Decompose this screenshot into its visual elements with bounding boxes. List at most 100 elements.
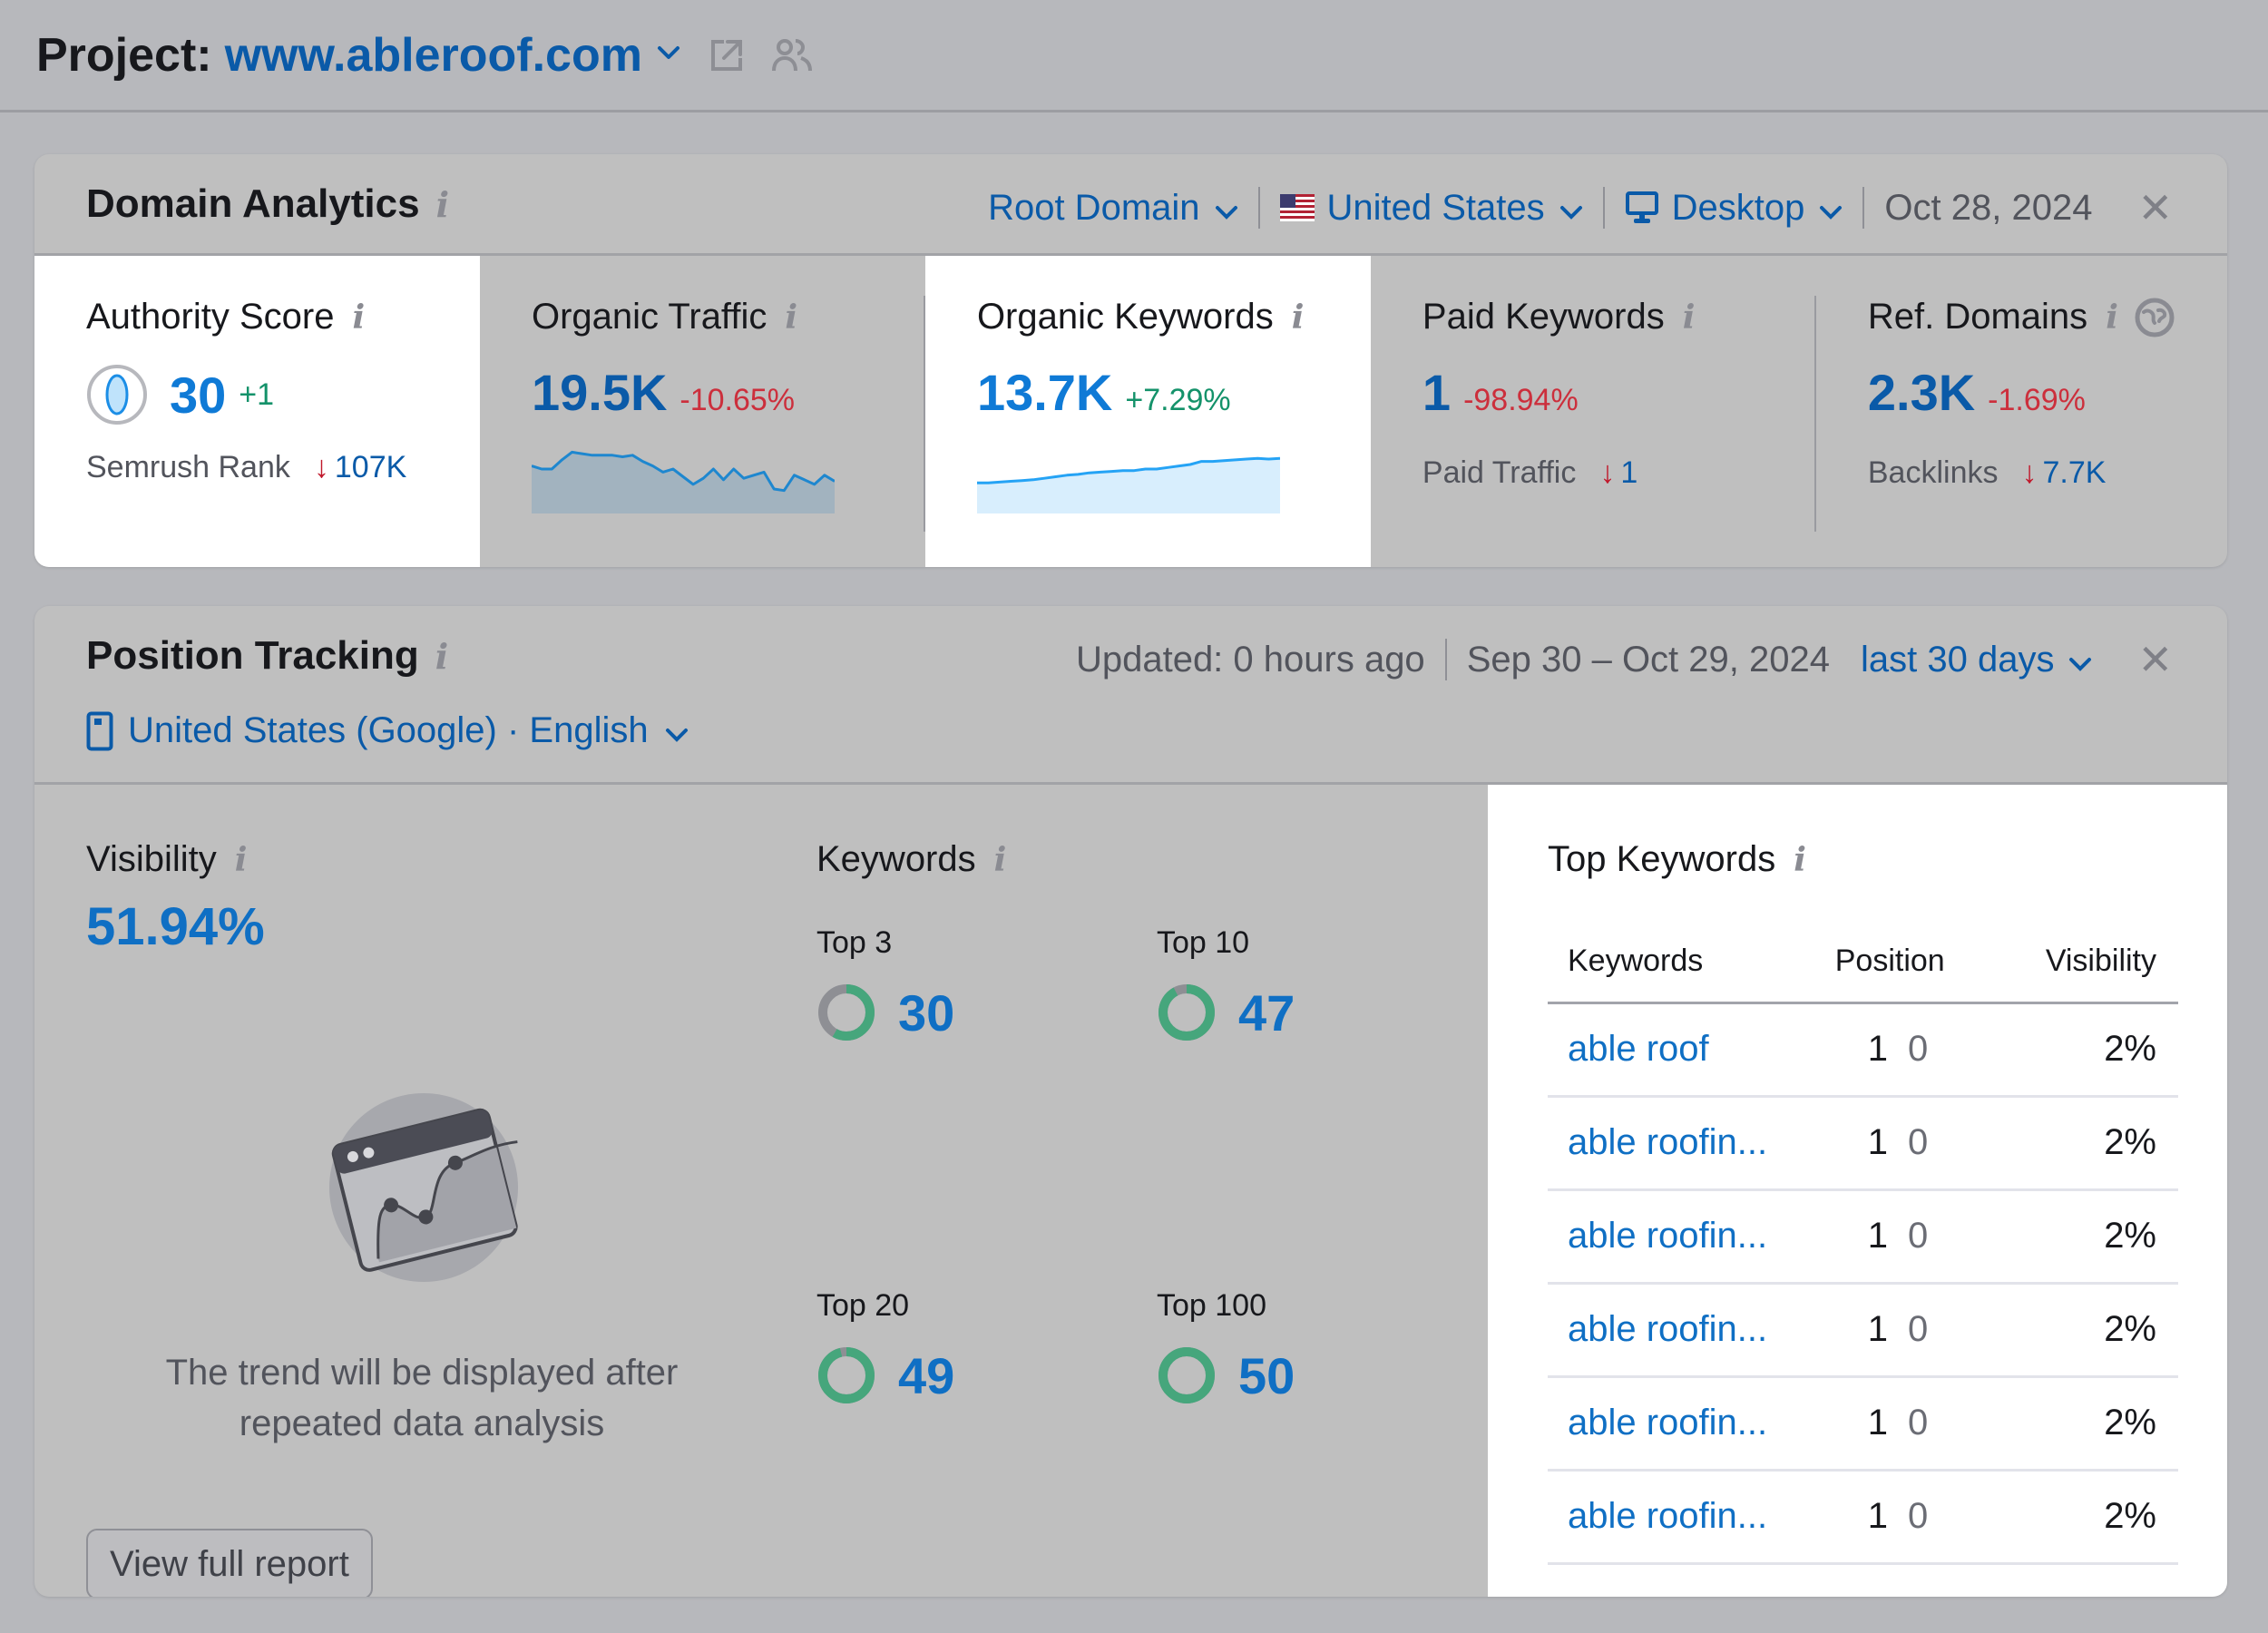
metric-value[interactable]: 2.3K [1868,363,1975,422]
table-header-row: Keywords Position Visibility [1548,921,2178,1004]
donut-progress-icon [1158,984,1215,1041]
chevron-down-icon [1819,188,1843,229]
visibility-cell: 2% [1978,1096,2178,1191]
metric-value[interactable]: 13.7K [977,363,1112,422]
info-icon[interactable]: i [1794,841,1806,879]
sub-metric-label: Paid Traffic [1422,455,1577,490]
close-icon[interactable]: ✕ [2137,635,2173,684]
metric-value[interactable]: 1 [1422,363,1451,422]
column-header-visibility[interactable]: Visibility [1978,921,2178,1004]
external-link-icon[interactable] [708,36,746,74]
metric-label: Paid Keywords [1422,297,1665,337]
metric-organic-traffic[interactable]: Organic Traffic i 19.5K -10.65% [480,256,925,567]
device-label: Desktop [1671,187,1805,228]
arrow-down-icon: ↓ [1599,455,1616,490]
metric-authority-score[interactable]: Authority Score i 30 +1 Semrush Rank ↓ 1… [34,256,480,567]
globe-icon[interactable] [2135,298,2175,337]
device-dropdown[interactable]: Desktop [1625,188,1843,229]
metric-label: Organic Keywords [976,297,1274,337]
project-header: Project: www.ableroof.com [0,0,2268,112]
trend-chart-illustration-icon [324,1086,523,1290]
trend-message-line: repeated data analysis [239,1403,605,1443]
keyword-bucket-top-3[interactable]: Top 3 30 [816,925,1143,1042]
report-date: Oct 28, 2024 [1884,187,2093,228]
bucket-value[interactable]: 30 [898,983,954,1042]
metric-organic-keywords[interactable]: Organic Keywords i 13.7K +7.29% [924,256,1371,567]
desktop-icon [1625,191,1659,225]
sparkline-area [976,458,1280,513]
metric-label: Authority Score [86,297,335,337]
info-icon[interactable]: i [1683,298,1696,337]
position-cell: 10 [1834,1189,1979,1285]
keyword-bucket-top-100[interactable]: Top 100 50 [1157,1288,1483,1405]
donut-progress-icon [1158,1347,1215,1403]
donut-fill [1158,984,1215,1041]
keyword-link[interactable]: able roofin... [1548,1470,1835,1565]
updated-status: Updated: 0 hours ago [1075,639,1425,680]
bucket-label: Top 10 [1157,925,1250,960]
project-domain-selector[interactable]: www.ableroof.com [225,28,642,83]
mobile-device-icon [86,711,113,751]
info-icon[interactable]: i [352,298,365,337]
location-label: United States (Google) · English [128,710,649,750]
location-language-dropdown[interactable]: United States (Google) · English [86,710,689,751]
info-icon[interactable]: i [235,841,248,879]
metric-delta: -1.69% [1988,383,2086,417]
info-icon[interactable]: i [1292,298,1305,337]
keyword-link[interactable]: able roofin... [1548,1283,1835,1378]
keyword-link[interactable]: able roofin... [1548,1189,1835,1285]
sub-metric-value[interactable]: 7.7K [2042,455,2106,491]
table-row: able roofin... 1 0 2% [1548,1376,2178,1472]
keyword-link[interactable]: able roofin... [1548,1096,1835,1191]
keyword-link[interactable]: able roof [1548,1002,1835,1098]
sub-metric-value[interactable]: 1 [1620,455,1637,491]
info-icon[interactable]: i [435,636,448,677]
domain-analytics-title: Domain Analytics [86,181,420,226]
bucket-value[interactable]: 50 [1238,1346,1295,1405]
visibility-cell: 2% [1978,1002,2178,1098]
position-tracking-title: Position Tracking [86,633,419,678]
position-value: 1 [1867,1122,1888,1162]
info-icon[interactable]: i [2106,298,2118,337]
period-dropdown[interactable]: last 30 days [1861,640,2092,680]
table-row: able roof 1 0 2% [1548,1002,2178,1098]
position-change: 0 [1907,1216,1929,1256]
bucket-value[interactable]: 47 [1238,983,1295,1042]
visibility-section: Visibility i 51.94% The trend will be di… [86,839,739,1597]
keyword-link[interactable]: able roofin... [1548,1376,1835,1472]
info-icon[interactable]: i [785,298,797,337]
close-icon[interactable]: ✕ [2137,183,2173,232]
country-dropdown[interactable]: United States [1279,188,1583,229]
position-value: 1 [1867,1216,1888,1256]
column-header-position[interactable]: Position [1834,921,1979,1004]
bucket-value[interactable]: 49 [898,1346,954,1405]
info-icon[interactable]: i [994,841,1007,879]
metric-delta: +7.29% [1125,383,1231,417]
metric-paid-keywords[interactable]: Paid Keywords i 1 -98.94% Paid Traffic ↓… [1371,256,1816,567]
position-cell: 10 [1834,1470,1979,1565]
root-domain-dropdown[interactable]: Root Domain [988,188,1237,229]
keyword-bucket-top-20[interactable]: Top 20 49 [816,1288,1143,1405]
metric-value[interactable]: 19.5K [532,363,667,422]
chevron-down-icon [1215,188,1238,229]
trend-message-line: The trend will be displayed after [165,1353,679,1393]
keyword-bucket-top-10[interactable]: Top 10 47 [1157,925,1483,1042]
column-header-keywords[interactable]: Keywords [1548,921,1835,1004]
sub-metric-value[interactable]: 107K [335,450,406,485]
root-domain-label: Root Domain [988,187,1200,228]
metric-label: Ref. Domains [1867,297,2088,337]
project-label: Project: [36,28,212,82]
position-change: 0 [1907,1122,1929,1162]
metric-value[interactable]: 30 [170,366,226,425]
visibility-label: Visibility [86,839,217,879]
divider [1862,187,1865,229]
divider [1444,639,1447,680]
metric-ref-domains[interactable]: Ref. Domains i 2.3K -1.69% Backlinks ↓ 7… [1816,256,2227,567]
position-cell: 10 [1834,1002,1979,1098]
position-cell: 10 [1834,1283,1979,1378]
view-full-report-button[interactable]: View full report [86,1529,373,1597]
chevron-down-icon[interactable] [657,45,680,64]
users-icon[interactable] [771,36,813,74]
date-range: Sep 30 – Oct 29, 2024 [1466,639,1830,680]
info-icon[interactable]: i [436,184,449,225]
